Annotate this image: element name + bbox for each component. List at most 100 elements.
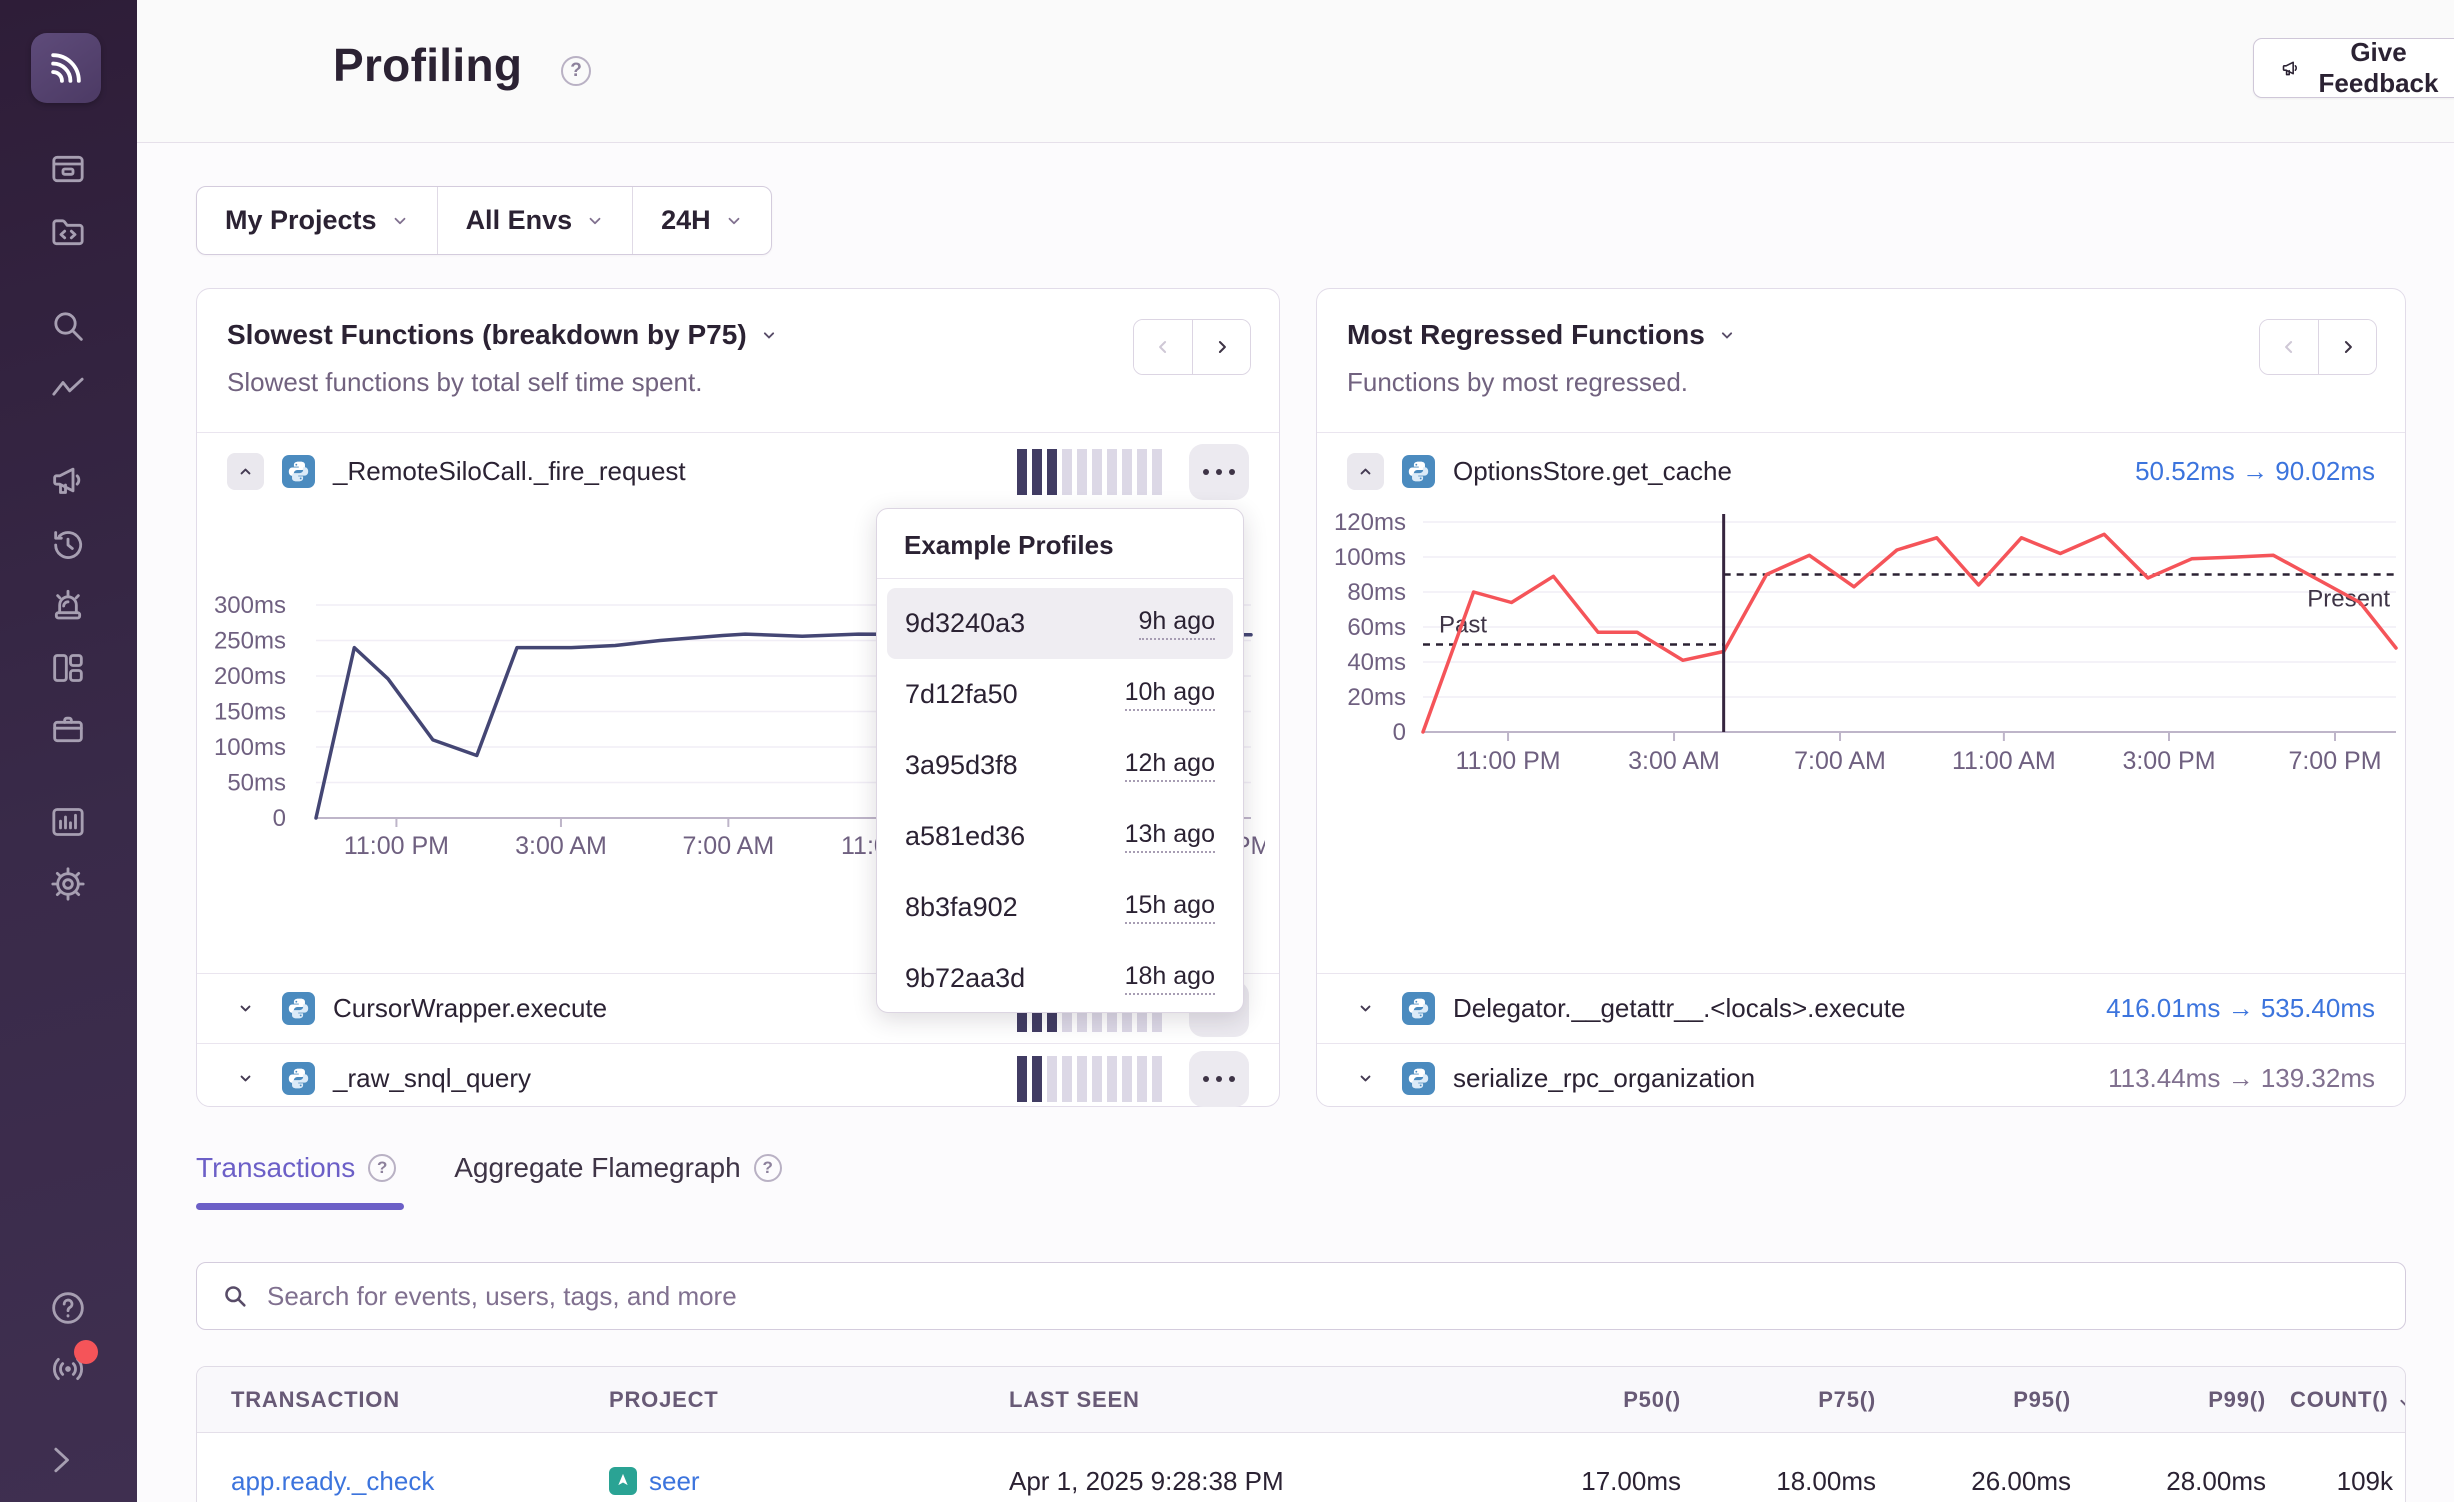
most-regressed-header: Most Regressed Functions Functions by mo…: [1317, 289, 2405, 433]
feedback-icon[interactable]: [48, 460, 88, 500]
function-name[interactable]: OptionsStore.get_cache: [1453, 456, 1732, 487]
search-icon: [221, 1282, 249, 1310]
arrow-right-icon: →: [2228, 993, 2254, 1023]
profile-age-link[interactable]: 15h ago: [1125, 891, 1215, 924]
prev-page-button[interactable]: [1134, 320, 1192, 374]
col-p75[interactable]: P75(): [1693, 1387, 1888, 1413]
page-filter-bar: My Projects All Envs 24H: [196, 186, 772, 255]
stats-icon[interactable]: [48, 802, 88, 842]
search-input[interactable]: [267, 1281, 2381, 1312]
environment-filter[interactable]: All Envs: [437, 187, 633, 254]
profile-age-link[interactable]: 10h ago: [1125, 678, 1215, 711]
function-name[interactable]: serialize_rpc_organization: [1453, 1063, 1755, 1094]
regression-metric[interactable]: 50.52ms → 90.02ms: [2135, 456, 2375, 487]
settings-icon[interactable]: [48, 864, 88, 904]
prev-page-button[interactable]: [2260, 320, 2318, 374]
svg-text:120ms: 120ms: [1334, 509, 1406, 536]
profile-age-link[interactable]: 9h ago: [1139, 607, 1215, 640]
svg-text:80ms: 80ms: [1347, 579, 1406, 606]
profile-age-link[interactable]: 18h ago: [1125, 962, 1215, 995]
project-link[interactable]: seer: [649, 1466, 700, 1497]
svg-text:Present: Present: [2307, 586, 2390, 613]
transactions-help-icon[interactable]: ?: [368, 1154, 396, 1182]
collapse-row-button[interactable]: [227, 453, 264, 490]
profile-age-link[interactable]: 12h ago: [1125, 749, 1215, 782]
more-options-button[interactable]: [1189, 1051, 1249, 1107]
col-count[interactable]: COUNT(): [2278, 1387, 2406, 1413]
expand-row-button[interactable]: [227, 999, 264, 1018]
expand-row-button[interactable]: [227, 1069, 264, 1088]
col-transaction[interactable]: TRANSACTION: [197, 1387, 597, 1413]
profiling-help-icon[interactable]: ?: [561, 56, 591, 86]
collapse-row-button[interactable]: [1347, 453, 1384, 490]
sidebar-expand-icon[interactable]: [40, 1440, 80, 1480]
traces-icon[interactable]: [48, 370, 88, 410]
next-page-button[interactable]: [1192, 320, 1250, 374]
metric-after: 139.32ms: [2261, 1063, 2375, 1093]
col-last-seen[interactable]: LAST SEEN: [997, 1387, 1507, 1413]
svg-text:0: 0: [273, 805, 286, 832]
more-options-button[interactable]: [1189, 444, 1249, 500]
function-name[interactable]: CursorWrapper.execute: [333, 993, 607, 1024]
give-feedback-button[interactable]: Give Feedback: [2253, 38, 2454, 98]
slowest-functions-title[interactable]: Slowest Functions (breakdown by P75): [227, 319, 1249, 351]
profile-item[interactable]: 9d3240a3 9h ago: [887, 588, 1233, 659]
help-icon[interactable]: [48, 1288, 88, 1328]
replays-icon[interactable]: [48, 525, 88, 565]
explore-icon[interactable]: [48, 212, 88, 252]
example-profiles-dropdown: Example Profiles 9d3240a3 9h ago 7d12fa5…: [876, 508, 1244, 1013]
regression-metric[interactable]: 113.44ms → 139.32ms: [2108, 1063, 2375, 1094]
regression-metric[interactable]: 416.01ms → 535.40ms: [2106, 993, 2375, 1024]
next-page-button[interactable]: [2318, 320, 2376, 374]
slowest-functions-title-label: Slowest Functions (breakdown by P75): [227, 319, 747, 351]
project-filter[interactable]: My Projects: [197, 187, 437, 254]
example-profiles-title: Example Profiles: [877, 509, 1243, 579]
profile-age-link[interactable]: 13h ago: [1125, 820, 1215, 853]
tab-aggregate-flamegraph[interactable]: Aggregate Flamegraph ?: [454, 1152, 781, 1184]
chevron-down-icon: [725, 212, 743, 230]
sort-desc-icon: [2396, 1390, 2406, 1410]
aggregate-help-icon[interactable]: ?: [754, 1154, 782, 1182]
profile-item[interactable]: 3a95d3f8 12h ago: [887, 730, 1233, 801]
dashboards-icon[interactable]: [48, 648, 88, 688]
col-p50[interactable]: P50(): [1507, 1387, 1693, 1413]
profile-id: 9d3240a3: [905, 608, 1025, 639]
megaphone-icon: [2280, 53, 2301, 83]
function-row: Delegator.__getattr__.<locals>.execute 4…: [1317, 973, 2405, 1043]
issues-icon[interactable]: [48, 149, 88, 189]
most-regressed-title[interactable]: Most Regressed Functions: [1347, 319, 2375, 351]
releases-icon[interactable]: [48, 709, 88, 749]
col-p95[interactable]: P95(): [1888, 1387, 2083, 1413]
most-regressed-pagination: [2259, 319, 2377, 375]
expand-row-button[interactable]: [1347, 1069, 1384, 1088]
function-name[interactable]: Delegator.__getattr__.<locals>.execute: [1453, 993, 1905, 1024]
col-p99[interactable]: P99(): [2083, 1387, 2278, 1413]
profile-item[interactable]: 8b3fa902 15h ago: [887, 872, 1233, 943]
project-cell[interactable]: seer: [597, 1466, 997, 1497]
transaction-link[interactable]: app.ready._check: [231, 1466, 434, 1497]
svg-text:3:00 PM: 3:00 PM: [2122, 747, 2215, 775]
alerts-icon[interactable]: [48, 586, 88, 626]
svg-text:0: 0: [1393, 719, 1406, 746]
python-icon: [1402, 455, 1435, 488]
metric-before: 50.52ms: [2135, 456, 2235, 486]
python-icon: [1402, 992, 1435, 1025]
metric-after: 535.40ms: [2261, 993, 2375, 1023]
profile-item[interactable]: 9b72aa3d 18h ago: [887, 943, 1233, 1014]
p50-cell: 17.00ms: [1507, 1466, 1693, 1497]
tab-transactions[interactable]: Transactions ?: [196, 1152, 396, 1184]
expand-row-button[interactable]: [1347, 999, 1384, 1018]
time-range-filter[interactable]: 24H: [632, 187, 771, 254]
svg-text:3:00 AM: 3:00 AM: [1628, 747, 1720, 775]
search-icon[interactable]: [48, 306, 88, 346]
profile-id: a581ed36: [905, 821, 1025, 852]
profile-item[interactable]: a581ed36 13h ago: [887, 801, 1233, 872]
profile-item[interactable]: 7d12fa50 10h ago: [887, 659, 1233, 730]
function-name[interactable]: _RemoteSiloCall._fire_request: [333, 456, 686, 487]
svg-text:100ms: 100ms: [214, 734, 286, 761]
function-name[interactable]: _raw_snql_query: [333, 1063, 531, 1094]
profile-id: 8b3fa902: [905, 892, 1018, 923]
col-project[interactable]: PROJECT: [597, 1387, 997, 1413]
svg-text:11:00 PM: 11:00 PM: [1455, 747, 1560, 775]
sentry-logo[interactable]: [31, 33, 101, 103]
